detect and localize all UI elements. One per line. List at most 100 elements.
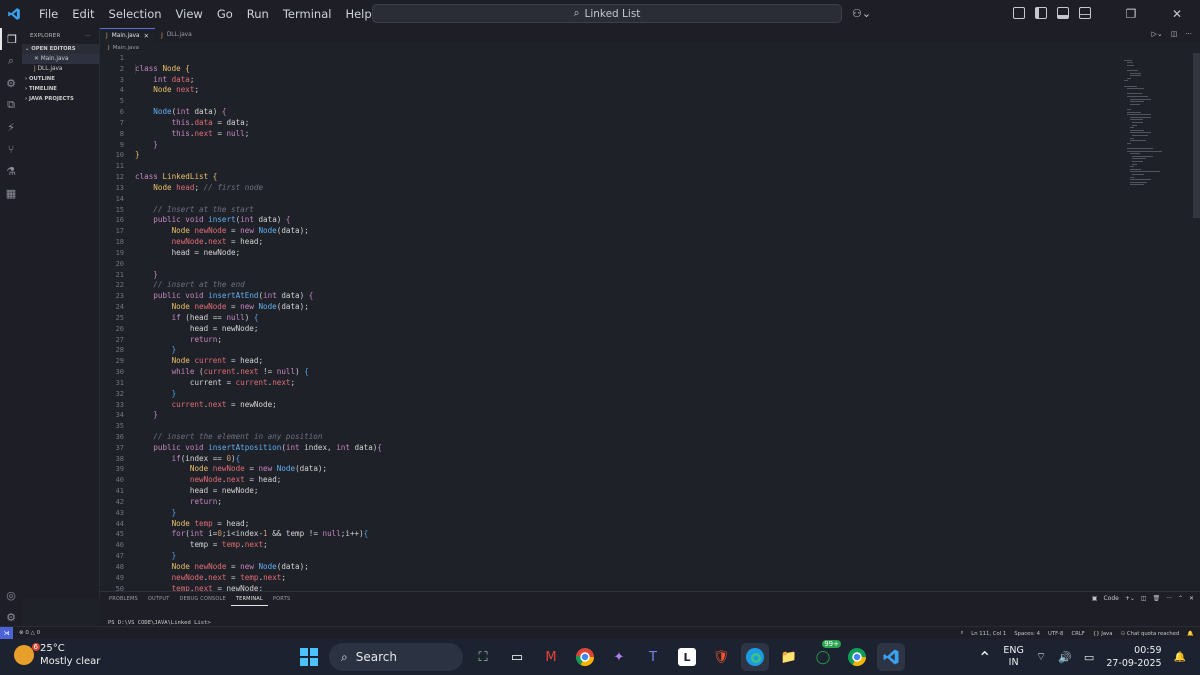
open-editor-dll-java[interactable]: J DLL.java bbox=[22, 64, 99, 74]
code-line[interactable]: Node(int data) { bbox=[135, 107, 382, 118]
task-view-icon[interactable]: ▭ bbox=[503, 643, 531, 671]
code-line[interactable]: } bbox=[135, 140, 382, 151]
menu-edit[interactable]: Edit bbox=[65, 0, 101, 28]
code-line[interactable] bbox=[135, 53, 382, 64]
source-control-icon[interactable]: ⑂ bbox=[0, 138, 22, 160]
wifi-icon[interactable]: ⌔ bbox=[1036, 650, 1046, 664]
taskbar-search[interactable]: ⌕ Search bbox=[329, 643, 463, 671]
vscode-taskbar-icon[interactable] bbox=[877, 643, 905, 671]
volume-icon[interactable]: 🔊 bbox=[1058, 651, 1072, 664]
new-terminal-icon[interactable]: +⌄ bbox=[1125, 595, 1135, 602]
code-line[interactable]: return; bbox=[135, 335, 382, 346]
linkedin-l-icon[interactable]: L bbox=[673, 643, 701, 671]
menu-file[interactable]: File bbox=[32, 0, 65, 28]
code-line[interactable]: } bbox=[135, 551, 382, 562]
code-line[interactable]: this.next = null; bbox=[135, 129, 382, 140]
code-line[interactable] bbox=[135, 161, 382, 172]
code-line[interactable]: return; bbox=[135, 497, 382, 508]
search-view-icon[interactable]: ⌕ bbox=[0, 50, 22, 72]
maximize-panel-icon[interactable]: ⌃ bbox=[1178, 595, 1183, 602]
explorer-icon[interactable]: ❐ bbox=[0, 28, 22, 50]
minimize-button[interactable]: — bbox=[1062, 0, 1108, 28]
code-line[interactable] bbox=[135, 194, 382, 205]
close-window-button[interactable]: ✕ bbox=[1154, 0, 1200, 28]
code-line[interactable] bbox=[135, 96, 382, 107]
copilot-chat-icon[interactable]: ⚡ bbox=[0, 116, 22, 138]
battery-icon[interactable]: ▭ bbox=[1084, 651, 1094, 664]
code-line[interactable]: int data; bbox=[135, 75, 382, 86]
restore-button[interactable]: ❐ bbox=[1108, 0, 1154, 28]
end-of-line[interactable]: CRLF bbox=[1071, 631, 1084, 637]
chrome-profile-icon[interactable] bbox=[843, 643, 871, 671]
run-icon[interactable]: ▷⌄ bbox=[1151, 30, 1162, 38]
code-line[interactable]: Node current = head; bbox=[135, 356, 382, 367]
encoding[interactable]: UTF-8 bbox=[1048, 631, 1063, 637]
code-lines[interactable]: class Node { int data; Node next; Node(i… bbox=[135, 53, 382, 591]
panel-tab-ports[interactable]: PORTS bbox=[268, 592, 295, 606]
code-line[interactable]: public void insert(int data) { bbox=[135, 215, 382, 226]
menu-selection[interactable]: Selection bbox=[102, 0, 169, 28]
more-actions-icon[interactable]: ··· bbox=[1166, 595, 1172, 602]
run-debug-icon[interactable]: ⚙ bbox=[0, 72, 22, 94]
language-mode[interactable]: {} Java bbox=[1093, 631, 1113, 637]
code-line[interactable]: newNode.next = head; bbox=[135, 475, 382, 486]
code-line[interactable]: Node next; bbox=[135, 85, 382, 96]
language-indicator[interactable]: ENG IN bbox=[1003, 645, 1023, 669]
kill-terminal-icon[interactable]: 🗑 bbox=[1153, 595, 1161, 602]
code-line[interactable]: temp = temp.next; bbox=[135, 540, 382, 551]
account-icon[interactable]: ◎ bbox=[0, 584, 22, 606]
panel-tab-output[interactable]: OUTPUT bbox=[143, 592, 175, 606]
menu-terminal[interactable]: Terminal bbox=[276, 0, 339, 28]
command-center[interactable]: ⌕ Linked List bbox=[372, 4, 842, 23]
zoom-icon[interactable]: ⌕ bbox=[960, 630, 963, 637]
split-terminal-icon[interactable]: ◫ bbox=[1141, 595, 1147, 602]
code-line[interactable]: this.data = data; bbox=[135, 118, 382, 129]
code-line[interactable]: class Node { bbox=[135, 64, 382, 75]
code-line[interactable]: Node newNode = new Node(data); bbox=[135, 562, 382, 573]
code-line[interactable]: head = newNode; bbox=[135, 486, 382, 497]
remote-indicator-icon[interactable]: ⋊ bbox=[0, 626, 13, 640]
panel-tab-terminal[interactable]: TERMINAL bbox=[230, 592, 268, 606]
code-line[interactable]: } bbox=[135, 270, 382, 281]
panel-tab-debug-console[interactable]: DEBUG CONSOLE bbox=[174, 592, 230, 606]
file-explorer-icon[interactable]: 📁 bbox=[775, 643, 803, 671]
chrome-icon[interactable] bbox=[571, 643, 599, 671]
split-editor-icon[interactable]: ◫ bbox=[1171, 30, 1178, 38]
widgets-icon[interactable]: ⛶ bbox=[469, 643, 497, 671]
code-line[interactable]: public void insertAtEnd(int data) { bbox=[135, 291, 382, 302]
code-line[interactable]: } bbox=[135, 410, 382, 421]
code-line[interactable] bbox=[135, 259, 382, 270]
remote-explorer-icon[interactable]: ▦ bbox=[0, 182, 22, 204]
code-line[interactable]: current = current.next; bbox=[135, 378, 382, 389]
weather-widget[interactable]: 6 25°C Mostly clear bbox=[14, 642, 100, 668]
gmail-icon[interactable]: M bbox=[537, 643, 565, 671]
code-editor[interactable]: 1 2 3 4 5 6 7 8 9 10 11 12 13 14 15 16 17 18 19 20 21 22 23 24 2… bbox=[100, 53, 1200, 591]
code-line[interactable]: // insert the element in any position bbox=[135, 432, 382, 443]
breadcrumb-item[interactable]: Main.java bbox=[113, 45, 139, 51]
close-icon[interactable]: ✕ bbox=[34, 56, 41, 62]
code-line[interactable]: public void insertAtposition(int index, … bbox=[135, 443, 382, 454]
show-hidden-icons-chevron-icon[interactable]: ⌃ bbox=[978, 648, 991, 667]
code-line[interactable]: newNode.next = head; bbox=[135, 237, 382, 248]
cursor-position[interactable]: Ln 111, Col 1 bbox=[971, 631, 1006, 637]
code-line[interactable]: while (current.next != null) { bbox=[135, 367, 382, 378]
start-windows-icon[interactable] bbox=[295, 643, 323, 671]
menu-view[interactable]: View bbox=[169, 0, 210, 28]
toggle-primary-sidebar-icon[interactable] bbox=[1035, 7, 1047, 19]
code-line[interactable]: Node newNode = new Node(data); bbox=[135, 226, 382, 237]
code-line[interactable]: } bbox=[135, 508, 382, 519]
code-line[interactable]: for(int i=0;i<index-1 && temp != null;i+… bbox=[135, 529, 382, 540]
extensions-icon[interactable]: ⧉ bbox=[0, 94, 22, 116]
whatsapp-icon[interactable]: ◯ 99+ bbox=[809, 640, 841, 671]
code-line[interactable]: } bbox=[135, 150, 382, 161]
tab-main-java[interactable]: J Main.java ✕ bbox=[100, 28, 156, 42]
terminal-name[interactable]: Code bbox=[1103, 595, 1118, 602]
tab-dll-java[interactable]: J DLL.java bbox=[155, 28, 198, 42]
code-line[interactable]: } bbox=[135, 389, 382, 400]
code-line[interactable]: Node temp = head; bbox=[135, 519, 382, 530]
customize-layout-icon[interactable] bbox=[1013, 7, 1025, 19]
java-projects-section[interactable]: › JAVA PROJECTS bbox=[22, 94, 99, 104]
minimap[interactable] bbox=[1118, 53, 1190, 193]
copilot-app-icon[interactable]: ✦ bbox=[605, 643, 633, 671]
indentation[interactable]: Spaces: 4 bbox=[1014, 631, 1040, 637]
